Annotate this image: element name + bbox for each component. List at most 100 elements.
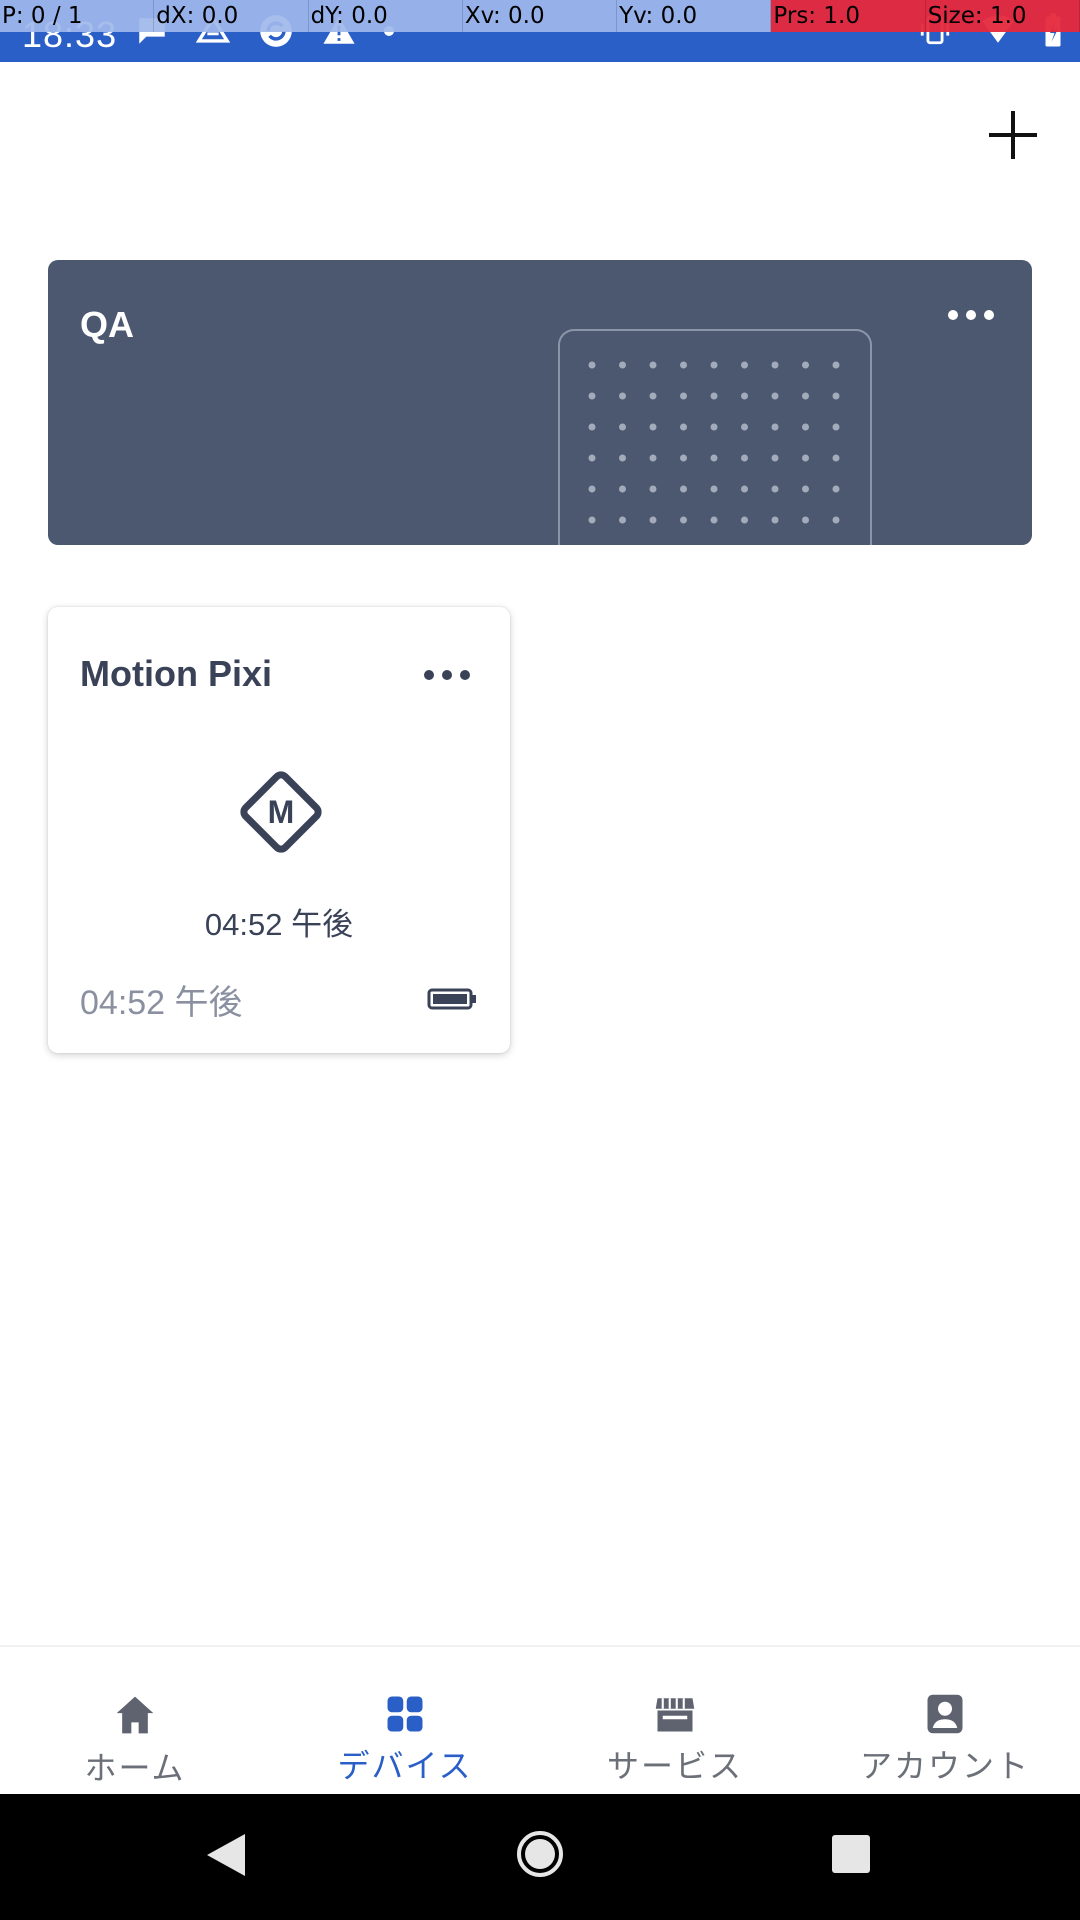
nav-label-services: サービス [606,1748,743,1784]
device-more-button[interactable] [424,670,470,680]
account-icon [927,1694,963,1734]
recents-icon[interactable] [831,1834,871,1874]
grid-dot [802,454,809,462]
grid-dot [680,485,687,493]
status-bar: 18:33 P: 0 / 1 dX: 0.0 dY: 0.0 Xv: 0.0 Y… [0,0,1080,62]
home-button-icon[interactable] [516,1830,564,1878]
grid-dot [741,485,748,493]
nav-label-home: ホーム [84,1750,186,1786]
grid-dot [588,392,596,400]
system-navigation-bar [0,1794,1080,1920]
overlay-xv: Xv: 0.0 [462,0,618,32]
group-more-button[interactable] [948,310,994,320]
grid-dot [710,454,718,462]
grid-dot [802,485,809,493]
overlay-dx: dX: 0.0 [154,0,309,32]
grid-dot [680,392,687,400]
grid-dot [710,423,718,431]
group-card[interactable]: QA [48,260,1032,545]
grid-dot [680,516,687,524]
grid-dot [802,361,809,369]
grid-dot [802,516,809,524]
grid-dot [741,423,748,431]
grid-dot [832,423,840,431]
grid-dot [649,392,657,400]
grid-dot [649,516,657,524]
grid-dot [649,454,657,462]
grid-dot [741,361,748,369]
nav-item-home[interactable]: ホーム [0,1647,270,1796]
logo-letter: M [268,794,295,830]
grid-dot [832,392,840,400]
grid-dot [710,392,718,400]
grid-dot [619,454,626,462]
grid-dot [619,423,626,431]
battery-full-icon [427,988,476,1010]
overlay-size: Size: 1.0 [925,0,1080,32]
grid-dot [741,392,748,400]
grid-dot [680,423,687,431]
group-title: QA [80,304,134,345]
more-dot [984,310,994,320]
more-dot [424,670,434,680]
devices-grid-icon [387,1696,423,1732]
pointer-location-overlay: P: 0 / 1 dX: 0.0 dY: 0.0 Xv: 0.0 Yv: 0.0… [0,0,1080,32]
grid-dot [588,516,596,524]
more-dot [460,670,470,680]
grid-dot [832,361,840,369]
motion-logo-icon: M [240,771,322,853]
device-illustration [558,329,872,545]
nav-item-devices[interactable]: デバイス [270,1647,540,1796]
grid-dot [771,485,779,493]
overlay-pressure: Prs: 1.0 [771,0,926,32]
dot-grid-pattern [588,361,840,524]
home-icon [116,1696,154,1734]
grid-dot [680,454,687,462]
nav-label-account: アカウント [859,1748,1030,1784]
grid-dot [771,454,779,462]
grid-dot [832,454,840,462]
grid-dot [649,485,657,493]
more-dot [442,670,452,680]
overlay-dy: dY: 0.0 [308,0,463,32]
grid-dot [741,516,748,524]
grid-dot [588,454,596,462]
grid-dot [619,392,626,400]
grid-dot [619,516,626,524]
device-timestamp: 04:52 午後 [80,984,243,1022]
more-dot [948,310,958,320]
plus-icon [989,111,1037,159]
grid-dot [588,361,596,369]
back-icon[interactable] [205,1832,247,1878]
grid-dot [771,392,779,400]
device-name: Motion Pixi [80,653,272,694]
grid-dot [710,361,718,369]
grid-dot [710,485,718,493]
device-last-seen: 04:52 午後 [204,907,354,942]
device-card[interactable]: Motion Pixi M 04:52 午後 04:52 午後 [48,607,510,1053]
grid-dot [619,361,626,369]
add-button[interactable] [986,108,1040,162]
overlay-pointer-count: P: 0 / 1 [0,0,155,32]
grid-dot [771,361,779,369]
grid-dot [832,485,840,493]
more-dot [966,310,976,320]
nav-label-devices: デバイス [337,1748,473,1784]
grid-dot [619,485,626,493]
grid-dot [710,516,718,524]
grid-dot [802,392,809,400]
store-icon [655,1698,695,1732]
grid-dot [649,423,657,431]
grid-dot [771,516,779,524]
grid-dot [588,485,596,493]
grid-dot [649,361,657,369]
bottom-navigation: ホーム デバイス サービス アカウント [0,1645,1080,1796]
grid-dot [771,423,779,431]
grid-dot [741,454,748,462]
grid-dot [802,423,809,431]
nav-item-account[interactable]: アカウント [810,1647,1080,1796]
grid-dot [680,361,687,369]
grid-dot [588,423,596,431]
overlay-yv: Yv: 0.0 [617,0,772,32]
nav-item-services[interactable]: サービス [540,1647,810,1796]
